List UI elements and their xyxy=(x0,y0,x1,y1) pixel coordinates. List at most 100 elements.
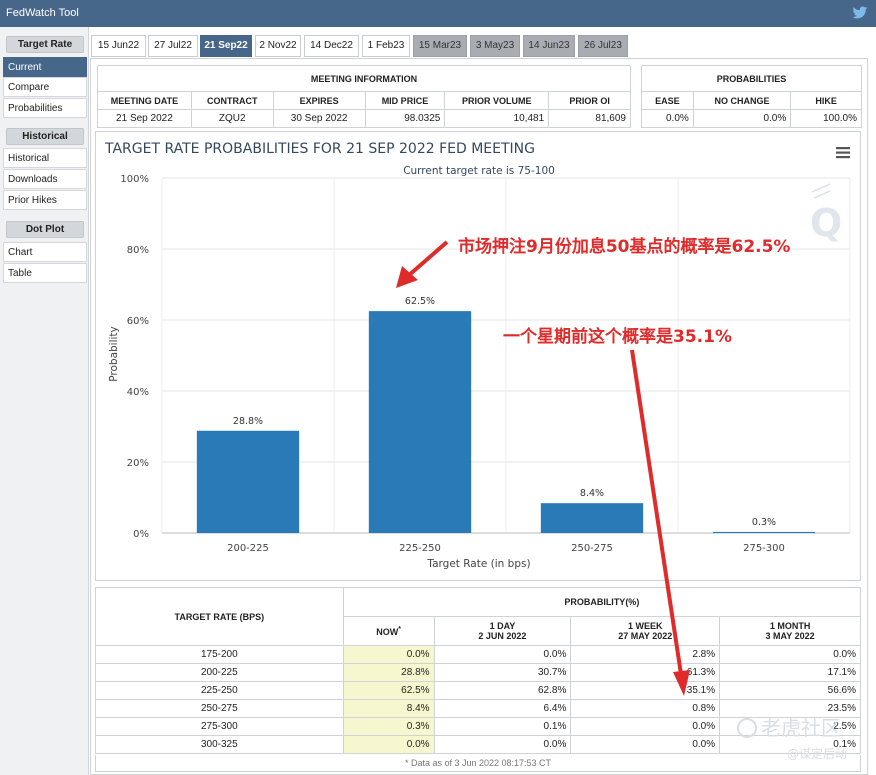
sidebar-header-historical: Historical xyxy=(6,128,84,145)
mid-price-value: 98.0325 xyxy=(364,109,446,128)
table-row: 225-250 62.5% 62.8% 35.1% 56.6% xyxy=(95,681,861,700)
probability-cell: 0.0% xyxy=(433,645,572,664)
app-header: FedWatch Tool xyxy=(0,0,876,27)
svg-text:Q: Q xyxy=(810,201,842,245)
tab-1-feb23[interactable]: 1 Feb23 xyxy=(362,35,410,57)
bar-data-label: 8.4% xyxy=(580,488,604,499)
hike-value: 100.0% xyxy=(790,109,862,128)
probability-header: PROBABILITY(%) xyxy=(342,587,862,617)
meeting-date-value: 21 Sep 2022 xyxy=(97,109,192,128)
sidebar-item-table[interactable]: Table xyxy=(3,263,87,283)
probability-cell: 0.0% xyxy=(342,735,435,754)
contract-value: ZQU2 xyxy=(190,109,274,128)
meeting-info-table: MEETING INFORMATION MEETING DATE CONTRAC… xyxy=(97,65,631,128)
y-tick-label: 100% xyxy=(120,174,149,185)
tab-15-jun22[interactable]: 15 Jun22 xyxy=(91,35,146,57)
table-row: 200-225 28.8% 30.7% 61.3% 17.1% xyxy=(95,663,861,682)
y-tick-label: 0% xyxy=(133,529,149,540)
no-change-value: 0.0% xyxy=(692,109,792,128)
probability-cell: 2.8% xyxy=(570,645,721,664)
sidebar: Target Rate Current Compare Probabilitie… xyxy=(0,27,89,775)
col-now: NOW* xyxy=(342,616,435,646)
bar xyxy=(368,311,472,533)
chart-svg: 0% 20% 40% 60% 80% 100% 28.8% 200-225 62.5% 225-… xyxy=(104,141,851,570)
probability-cell: 30.7% xyxy=(433,663,572,682)
tab-2-nov22[interactable]: 2 Nov22 xyxy=(255,35,301,57)
prior-volume-value: 10,481 xyxy=(444,109,550,128)
col-ease: EASE xyxy=(641,91,694,110)
twitter-icon[interactable] xyxy=(852,6,868,20)
probability-cell: 0.0% xyxy=(433,735,572,754)
sidebar-item-historical[interactable]: Historical xyxy=(3,148,87,168)
sidebar-item-probabilities[interactable]: Probabilities xyxy=(3,98,87,118)
table-row: 175-200 0.0% 0.0% 2.8% 0.0% xyxy=(95,645,861,664)
tab-26-jul23[interactable]: 26 Jul23 xyxy=(578,35,628,57)
bar xyxy=(196,430,300,533)
bar xyxy=(540,503,644,533)
bar xyxy=(712,531,816,533)
y-tick-label: 40% xyxy=(127,387,149,398)
chart-subtitle: Current target rate is 75-100 xyxy=(403,165,555,177)
data-timestamp: * Data as of 3 Jun 2022 08:17:53 CT xyxy=(95,755,861,772)
annotation-62-5: 市场押注9月份加息50基点的概率是62.5% xyxy=(458,237,791,257)
tab-21-sep22[interactable]: 21 Sep22 xyxy=(200,35,252,57)
probability-cell: 61.3% xyxy=(570,663,721,682)
col-expires: EXPIRES xyxy=(272,91,366,110)
x-tick-label: 250-275 xyxy=(571,543,613,554)
sidebar-header-target-rate: Target Rate xyxy=(6,36,84,53)
hamburger-menu-icon[interactable] xyxy=(836,147,850,159)
rate-range-cell: 275-300 xyxy=(95,717,344,736)
tab-15-mar23[interactable]: 15 Mar23 xyxy=(413,35,467,57)
col-target-rate: TARGET RATE (BPS) xyxy=(95,587,344,646)
watermark-author: @谋定后动 xyxy=(787,747,848,761)
sidebar-item-prior-hikes[interactable]: Prior Hikes xyxy=(3,190,87,210)
bar-data-label: 0.3% xyxy=(752,517,776,528)
probability-cell: 6.4% xyxy=(433,699,572,718)
tab-3-may23[interactable]: 3 May23 xyxy=(470,35,520,57)
rate-range-cell: 175-200 xyxy=(95,645,344,664)
col-1-month: 1 MONTH 3 MAY 2022 xyxy=(719,616,861,646)
probability-cell: 0.1% xyxy=(433,717,572,736)
probability-cell: 0.0% xyxy=(719,645,861,664)
col-no-change: NO CHANGE xyxy=(692,91,792,110)
x-tick-label: 200-225 xyxy=(227,543,269,554)
tiger-icon xyxy=(737,718,757,738)
rate-table-section: TARGET RATE (BPS) PROBABILITY(%) NOW* 1 … xyxy=(95,587,862,773)
sidebar-item-chart[interactable]: Chart xyxy=(3,242,87,262)
meeting-info-title: MEETING INFORMATION xyxy=(97,65,631,92)
rate-range-cell: 200-225 xyxy=(95,663,344,682)
probability-cell: 62.8% xyxy=(433,681,572,700)
tab-27-jul22[interactable]: 27 Jul22 xyxy=(148,35,198,57)
rate-range-cell: 225-250 xyxy=(95,681,344,700)
probabilities-table: PROBABILITIES EASE NO CHANGE HIKE 0.0% 0… xyxy=(641,65,862,128)
sidebar-header-dot-plot: Dot Plot xyxy=(6,221,84,238)
x-tick-label: 275-300 xyxy=(743,543,785,554)
chart-title: TARGET RATE PROBABILITIES FOR 21 SEP 202… xyxy=(104,141,535,157)
probability-cell: 0.8% xyxy=(570,699,721,718)
col-1-day: 1 DAY 2 JUN 2022 xyxy=(433,616,572,646)
probabilities-title: PROBABILITIES xyxy=(641,65,862,92)
sidebar-item-downloads[interactable]: Downloads xyxy=(3,169,87,189)
rate-range-cell: 300-325 xyxy=(95,735,344,754)
col-hike: HIKE xyxy=(790,91,862,110)
x-tick-label: 225-250 xyxy=(399,543,441,554)
probability-cell: 17.1% xyxy=(719,663,861,682)
quikstrike-logo-icon: Q xyxy=(810,183,842,245)
tab-14-jun23[interactable]: 14 Jun23 xyxy=(523,35,575,57)
annotation-35-1: 一个星期前这个概率是35.1% xyxy=(503,327,732,347)
col-meeting-date: MEETING DATE xyxy=(97,91,192,110)
ease-value: 0.0% xyxy=(641,109,694,128)
probability-chart: 0% 20% 40% 60% 80% 100% 28.8% 200-225 62.5% 225-… xyxy=(95,131,861,581)
sidebar-item-compare[interactable]: Compare xyxy=(3,77,87,97)
prior-oi-value: 81,609 xyxy=(548,109,631,128)
y-tick-label: 60% xyxy=(127,316,149,327)
probability-cell: 56.6% xyxy=(719,681,861,700)
tab-14-dec22[interactable]: 14 Dec22 xyxy=(304,35,359,57)
probability-cell: 0.3% xyxy=(342,717,435,736)
rate-range-cell: 250-275 xyxy=(95,699,344,718)
probability-cell: 28.8% xyxy=(342,663,435,682)
probability-cell: 62.5% xyxy=(342,681,435,700)
sidebar-item-current[interactable]: Current xyxy=(3,57,87,77)
probability-cell: 0.0% xyxy=(570,735,721,754)
bar-data-label: 28.8% xyxy=(233,416,263,427)
